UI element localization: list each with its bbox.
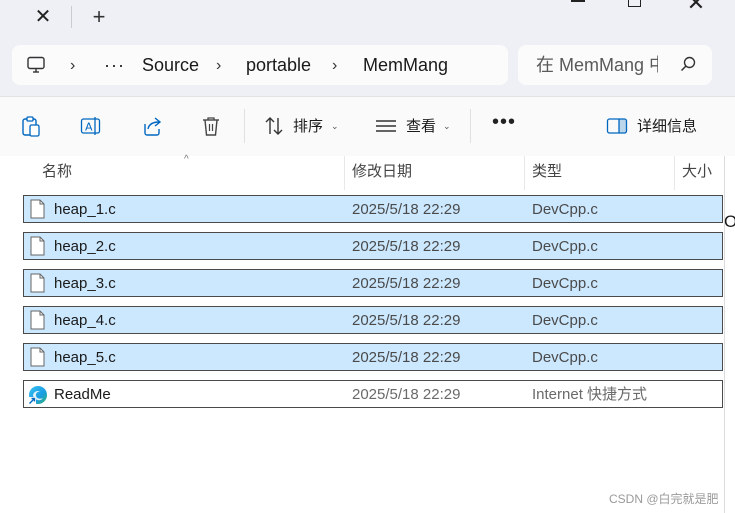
file-name[interactable]: heap_3.c — [54, 274, 116, 294]
file-icon — [30, 273, 45, 293]
column-header-size[interactable]: 大小 — [682, 162, 712, 182]
file-name[interactable]: heap_2.c — [54, 237, 116, 257]
column-header-name[interactable]: 名称 — [42, 162, 72, 182]
column-header-type[interactable]: 类型 — [532, 162, 562, 182]
file-row[interactable]: ReadMe 2025/5/18 22:29 Internet 快捷方式 — [23, 380, 723, 408]
title-bar: ✕ + ✕ — [0, 0, 735, 40]
column-divider[interactable] — [344, 156, 345, 190]
file-type: DevCpp.c — [532, 238, 598, 255]
edge-shortcut-icon — [28, 386, 47, 405]
file-modified: 2025/5/18 22:29 — [352, 238, 461, 255]
file-type: Internet 快捷方式 — [532, 386, 648, 403]
this-pc-icon[interactable] — [27, 56, 45, 74]
column-header-modified[interactable]: 修改日期 — [352, 162, 412, 182]
more-options-icon[interactable]: ••• — [492, 111, 516, 134]
file-row[interactable]: heap_1.c 2025/5/18 22:29 DevCpp.c — [23, 195, 723, 223]
clipped-text: O — [724, 212, 735, 231]
chevron-right-icon[interactable]: › — [332, 55, 337, 77]
file-type: DevCpp.c — [532, 312, 598, 329]
file-icon — [30, 347, 45, 367]
file-name[interactable]: ReadMe — [54, 385, 111, 405]
paste-icon[interactable] — [20, 115, 42, 137]
file-type: DevCpp.c — [532, 349, 598, 366]
watermark: CSDN @白完就是肥 — [609, 492, 719, 506]
chevron-down-icon[interactable]: ⌄ — [443, 121, 451, 132]
column-header-row: ^ 名称 修改日期 类型 大小 — [0, 154, 735, 190]
breadcrumb-portable[interactable]: portable — [246, 54, 311, 76]
tab-divider — [71, 6, 72, 28]
command-bar: A 排序 ⌄ 查看 ⌄ ••• 详细信息 — [0, 96, 735, 158]
details-button-label[interactable]: 详细信息 — [637, 117, 697, 137]
file-name[interactable]: heap_1.c — [54, 200, 116, 220]
sort-ascending-icon: ^ — [184, 154, 189, 165]
view-icon[interactable] — [375, 115, 397, 137]
file-modified: 2025/5/18 22:29 — [352, 201, 461, 218]
sort-icon[interactable] — [263, 115, 285, 137]
details-pane-edge — [724, 156, 735, 513]
minimize-icon[interactable] — [571, 0, 585, 2]
svg-text:A: A — [85, 121, 93, 134]
address-bar[interactable]: › ··· Source › portable › MemMang — [12, 45, 508, 85]
file-modified: 2025/5/18 22:29 — [352, 275, 461, 292]
new-tab-icon[interactable]: + — [84, 4, 114, 30]
delete-icon[interactable] — [200, 115, 222, 137]
close-tab-icon[interactable]: ✕ — [28, 4, 58, 30]
file-type: DevCpp.c — [532, 201, 598, 218]
sort-button-label[interactable]: 排序 — [293, 117, 323, 137]
chevron-down-icon[interactable]: ⌄ — [331, 121, 339, 132]
file-modified: 2025/5/18 22:29 — [352, 386, 461, 403]
search-input[interactable]: 在 MemMang 中搜索 — [536, 54, 658, 76]
file-type: DevCpp.c — [532, 275, 598, 292]
file-row[interactable]: heap_5.c 2025/5/18 22:29 DevCpp.c — [23, 343, 723, 371]
search-box[interactable]: 在 MemMang 中搜索 — [518, 45, 712, 85]
rename-icon[interactable]: A — [80, 115, 102, 137]
file-name[interactable]: heap_5.c — [54, 348, 116, 368]
search-icon[interactable] — [680, 56, 696, 72]
file-row[interactable]: heap_4.c 2025/5/18 22:29 DevCpp.c — [23, 306, 723, 334]
details-pane-icon[interactable] — [606, 115, 628, 137]
column-divider[interactable] — [524, 156, 525, 190]
navigation-bar: › ··· Source › portable › MemMang 在 MemM… — [0, 40, 735, 96]
view-button-label[interactable]: 查看 — [406, 117, 436, 137]
file-icon — [30, 310, 45, 330]
file-icon — [30, 199, 45, 219]
toolbar-divider — [244, 109, 245, 143]
breadcrumb-ellipsis[interactable]: ··· — [104, 54, 125, 76]
file-modified: 2025/5/18 22:29 — [352, 312, 461, 329]
maximize-icon[interactable] — [628, 0, 641, 7]
chevron-right-icon[interactable]: › — [70, 55, 75, 77]
file-modified: 2025/5/18 22:29 — [352, 349, 461, 366]
chevron-right-icon[interactable]: › — [216, 55, 221, 77]
column-divider[interactable] — [674, 156, 675, 190]
file-icon — [30, 236, 45, 256]
toolbar-divider — [470, 109, 471, 143]
file-row[interactable]: heap_2.c 2025/5/18 22:29 DevCpp.c — [23, 232, 723, 260]
breadcrumb-source[interactable]: Source — [142, 54, 199, 76]
window-close-icon[interactable]: ✕ — [684, 0, 708, 15]
breadcrumb-memmang[interactable]: MemMang — [363, 54, 448, 76]
file-name[interactable]: heap_4.c — [54, 311, 116, 331]
share-icon[interactable] — [141, 115, 163, 137]
file-row[interactable]: heap_3.c 2025/5/18 22:29 DevCpp.c — [23, 269, 723, 297]
